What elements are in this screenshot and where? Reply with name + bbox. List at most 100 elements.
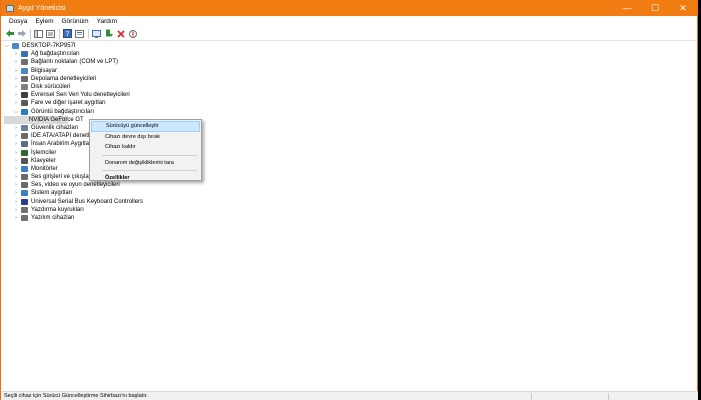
tree-item-label: IDE ATA/ATAPI denetle (31, 133, 93, 140)
chevron-right-icon[interactable]: › (13, 51, 19, 57)
menu-scan-hardware-changes[interactable]: Donanım değişikliklerini tara (90, 158, 201, 169)
device-tree: ⌵ DESKTOP-7KP957I › Ağ bağdaştırıcıları › B… (4, 42, 404, 222)
tree-category-item[interactable]: › Depolama denetleyicileri (4, 75, 404, 83)
tree-item-label: Yazdırma kuyrukları (31, 206, 84, 213)
forward-icon[interactable] (17, 29, 26, 38)
tree-item-label: Yazılım cihazları (31, 215, 75, 222)
hid-icon (21, 141, 28, 148)
chevron-right-icon[interactable]: › (13, 100, 19, 106)
scan-hardware-icon[interactable] (92, 29, 101, 38)
tree-category-item[interactable]: › İşlemciler (4, 148, 404, 156)
tree-item-label: Bilgisayar (31, 67, 58, 74)
tree-category-item[interactable]: › Klavyeler (4, 157, 404, 165)
tree-category-item[interactable]: › Bağlantı noktaları (COM ve LPT) (4, 58, 404, 66)
monitor-icon (21, 165, 28, 172)
chevron-right-icon[interactable]: › (13, 207, 19, 213)
tree-device-item[interactable]: NVIDIA GeForce GT (4, 115, 84, 124)
tree-root[interactable]: ⌵ DESKTOP-7KP957I (4, 42, 404, 50)
usb-icon (21, 92, 28, 99)
title-bar[interactable]: Aygıt Yöneticisi — ☐ ✕ (1, 0, 697, 16)
tree-category-item[interactable]: › Sistem aygıtları (4, 189, 404, 197)
tree-category-item[interactable]: › Bilgisayar (4, 67, 404, 75)
minimize-button[interactable]: — (613, 0, 641, 16)
chevron-right-icon[interactable]: › (13, 76, 19, 82)
context-menu: Sürücüyü güncelleştir Cihazı devre dışı … (89, 119, 202, 181)
computer-icon (12, 43, 19, 50)
chevron-down-icon[interactable]: ⌵ (4, 43, 10, 49)
menu-separator (102, 154, 197, 156)
menu-action[interactable]: Eylem (31, 18, 57, 25)
tree-item-label: Sistem aygıtları (31, 190, 73, 197)
tree-item-label: Monitörler (31, 165, 58, 172)
tree-category-item[interactable]: › Universal Serial Bus Keyboard Controlle… (4, 198, 404, 206)
menu-file[interactable]: Dosya (5, 18, 31, 25)
tree-category-item[interactable]: › Evrensel Seri Veri Yolu denetleyicileri (4, 91, 404, 99)
chevron-right-icon[interactable]: › (13, 125, 19, 131)
chevron-right-icon[interactable]: › (13, 199, 19, 205)
chevron-right-icon[interactable]: › (13, 190, 19, 196)
tree-item-label: Görüntü bağdaştırıcıları (31, 108, 95, 115)
tree-category-item[interactable]: › Yazdırma kuyrukları (4, 206, 404, 214)
properties-icon[interactable] (75, 29, 84, 38)
svg-text:?: ? (66, 30, 70, 38)
status-bar: Seçili cihaz için Sürücü Güncelleştirme … (1, 391, 698, 400)
tree-category-item[interactable]: › Ses, video ve oyun denetleyicileri (4, 181, 404, 189)
device-manager-icon (6, 4, 14, 12)
storage-icon (21, 75, 28, 82)
system-icon (21, 190, 28, 197)
maximize-button[interactable]: ☐ (641, 0, 669, 16)
menu-properties[interactable]: Özellikler (90, 173, 201, 184)
menu-help[interactable]: Yardım (93, 18, 121, 25)
enable-device-icon[interactable] (128, 29, 137, 38)
chevron-right-icon[interactable]: › (13, 174, 19, 180)
usb-keyboard-icon (21, 198, 28, 205)
tree-category-item[interactable]: › Yazılım cihazları (4, 214, 404, 222)
window-controls: — ☐ ✕ (613, 0, 697, 16)
back-icon[interactable] (5, 29, 14, 38)
chevron-right-icon[interactable]: › (13, 215, 19, 221)
show-hide-console-tree-icon[interactable] (34, 29, 43, 38)
tree-item-label: Universal Serial Bus Keyboard Controller… (31, 198, 144, 205)
close-button[interactable]: ✕ (669, 0, 697, 16)
tree-category-item[interactable]: › Fare ve diğer işaret aygıtları (4, 99, 404, 107)
audio-io-icon (21, 174, 28, 181)
chevron-right-icon[interactable]: › (13, 141, 19, 147)
chevron-right-icon[interactable]: › (13, 84, 19, 90)
status-divider (608, 393, 609, 400)
menu-update-driver[interactable]: Sürücüyü güncelleştir (91, 121, 200, 132)
status-text: Seçili cihaz için Sürücü Güncelleştirme … (4, 393, 148, 399)
uninstall-icon[interactable] (116, 29, 125, 38)
menu-uninstall-device[interactable]: Cihazı kaldır (90, 142, 201, 153)
chevron-right-icon[interactable]: › (13, 59, 19, 65)
tree-category-item[interactable]: › Güvenlik cihazları (4, 124, 404, 132)
disk-icon (21, 84, 28, 91)
chevron-right-icon[interactable]: › (13, 133, 19, 139)
chevron-right-icon[interactable]: › (13, 150, 19, 156)
chevron-down-icon[interactable]: ⌵ (13, 109, 19, 115)
tree-item-label: İnsan Arabirim Aygıtla (31, 141, 89, 148)
update-driver-icon[interactable] (104, 29, 113, 38)
tree-category-item[interactable]: › Disk sürücüleri (4, 83, 404, 91)
tree-category-item[interactable]: › IDE ATA/ATAPI denetle (4, 132, 404, 140)
toolbar: ? (1, 27, 697, 41)
chevron-right-icon[interactable]: › (13, 182, 19, 188)
list-view-icon[interactable] (46, 29, 55, 38)
tree-category-item[interactable]: › İnsan Arabirim Aygıtla (4, 140, 404, 148)
keyboard-icon (21, 157, 28, 164)
chevron-right-icon[interactable]: › (13, 166, 19, 172)
tree-category-item[interactable]: › Ses girişleri ve çıkışları (4, 173, 404, 181)
tree-category-item[interactable]: › Monitörler (4, 165, 404, 173)
help-icon[interactable]: ? (63, 29, 72, 38)
chevron-right-icon[interactable]: › (13, 158, 19, 164)
menu-view[interactable]: Görünüm (58, 18, 93, 25)
tree-item-label: Disk sürücüleri (31, 84, 71, 91)
menu-disable-device[interactable]: Cihazı devre dışı bırak (90, 132, 201, 143)
chevron-right-icon[interactable]: › (13, 68, 19, 74)
chevron-right-icon[interactable]: › (13, 92, 19, 98)
port-icon (21, 59, 28, 66)
toolbar-divider (30, 28, 31, 39)
tree-category-item[interactable]: ⌵ Görüntü bağdaştırıcıları (4, 108, 404, 116)
menu-bar: Dosya Eylem Görünüm Yardım (1, 16, 697, 27)
tree-item-label: Fare ve diğer işaret aygıtları (31, 100, 106, 107)
tree-category-item[interactable]: › Ağ bağdaştırıcıları (4, 50, 404, 58)
